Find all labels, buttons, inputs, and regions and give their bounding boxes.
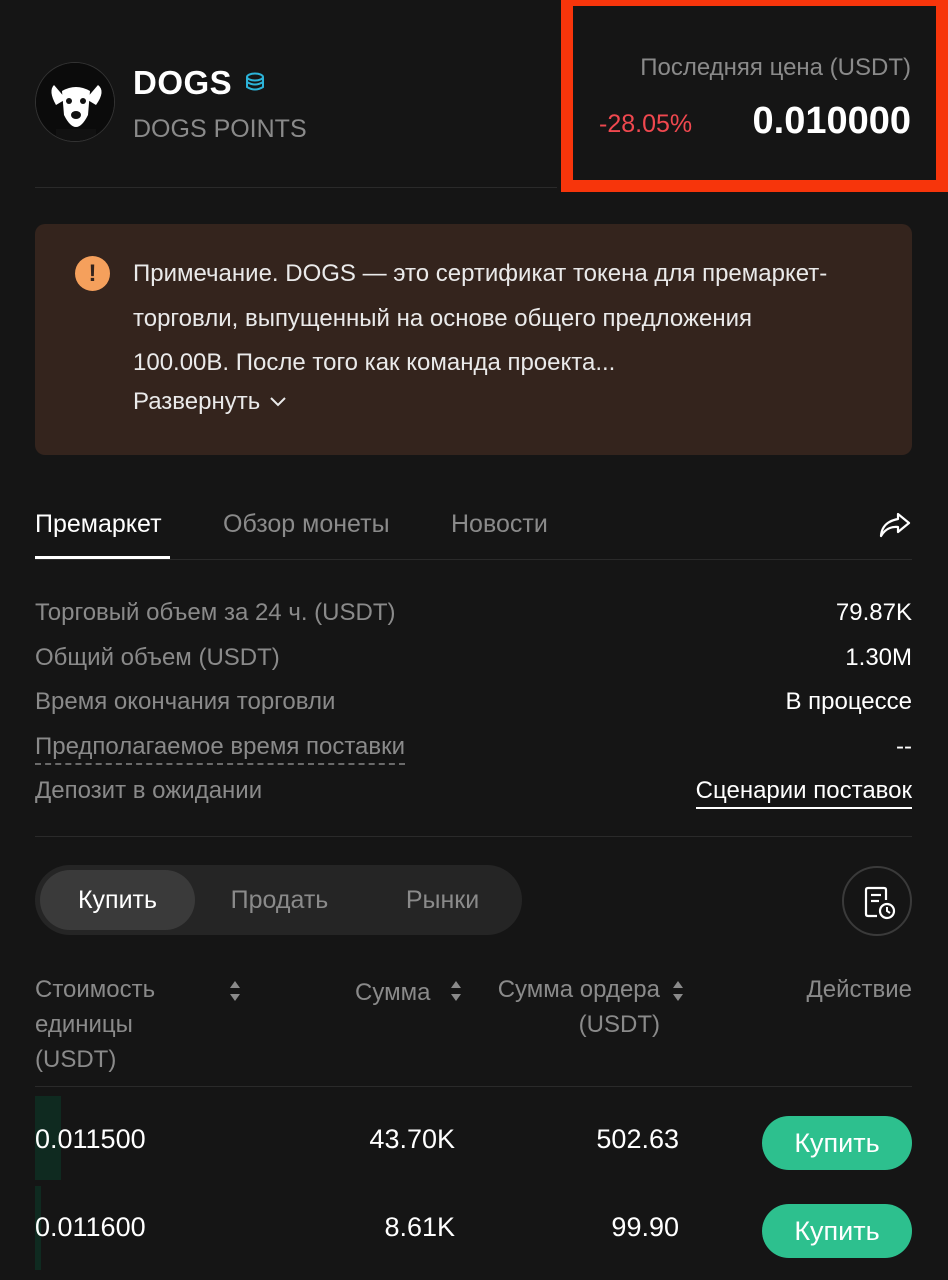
sort-icon[interactable]: [228, 978, 242, 1004]
chevron-down-icon: [270, 397, 286, 407]
table-row: 0.011600 8.61K 99.90 Купить: [35, 1186, 912, 1270]
tab-coin-overview[interactable]: Обзор монеты: [223, 510, 390, 539]
last-price-value: 0.010000: [752, 100, 912, 142]
info-label: Депозит в ожидании: [35, 777, 263, 804]
info-divider: [35, 836, 912, 837]
order-type-switch: Купить Продать Рынки: [35, 865, 522, 935]
share-icon[interactable]: [878, 510, 912, 540]
tab-bar: Премаркет Обзор монеты Новости: [35, 490, 912, 562]
info-value: 79.87K: [835, 599, 912, 626]
coin-subtitle: DOGS POINTS: [133, 115, 307, 143]
sort-icon[interactable]: [671, 978, 685, 1004]
coin-name: DOGS: [133, 64, 233, 101]
info-value: 1.30M: [845, 644, 912, 671]
info-label: Торговый объем за 24 ч. (USDT): [35, 599, 396, 626]
table-divider: [35, 1086, 912, 1087]
table-row: 0.011500 43.70K 502.63 Купить: [35, 1096, 912, 1180]
row-amount: 8.61K: [384, 1212, 455, 1242]
buy-button[interactable]: Купить: [762, 1204, 912, 1258]
row-price: 0.011600: [35, 1212, 146, 1242]
row-total: 99.90: [611, 1212, 679, 1242]
sort-icon[interactable]: [449, 978, 463, 1004]
expand-label: Развернуть: [133, 388, 261, 415]
th-amount[interactable]: Сумма: [355, 975, 430, 1010]
th-order-total[interactable]: Сумма ордера (USDT): [480, 972, 660, 1042]
info-row-delivery-time: Предполагаемое время поставки --: [35, 733, 912, 769]
info-value: --: [896, 733, 912, 760]
info-value: В процессе: [785, 688, 912, 715]
buy-button[interactable]: Купить: [762, 1116, 912, 1170]
row-total: 502.63: [596, 1124, 679, 1154]
row-price: 0.011500: [35, 1124, 146, 1154]
dog-logo-icon: [36, 63, 114, 141]
row-amount: 43.70K: [369, 1124, 455, 1154]
price-change: -28.05%: [599, 110, 693, 138]
coin-avatar: [35, 62, 115, 142]
info-row-pending-deposit: Депозит в ожидании Сценарии поставок: [35, 777, 912, 813]
header-divider: [35, 187, 557, 188]
info-row-volume-24h: Торговый объем за 24 ч. (USDT) 79.87K: [35, 599, 912, 635]
info-row-trading-end: Время окончания торговли В процессе: [35, 688, 912, 724]
last-price-label: Последняя цена (USDT): [640, 54, 911, 81]
segment-markets[interactable]: Рынки: [365, 870, 520, 930]
notice-banner: ! Примечание. DOGS — это сертификат токе…: [35, 224, 912, 455]
info-label: Общий объем (USDT): [35, 644, 280, 671]
info-row-total-volume: Общий объем (USDT) 1.30M: [35, 644, 912, 680]
segment-buy[interactable]: Купить: [40, 870, 195, 930]
coin-stack-icon: [246, 72, 264, 91]
info-label: Время окончания торговли: [35, 688, 336, 715]
tabs-divider: [35, 559, 912, 560]
th-action: Действие: [806, 976, 912, 1003]
order-history-icon: [864, 886, 896, 920]
order-history-button[interactable]: [842, 866, 912, 936]
tab-news[interactable]: Новости: [451, 510, 548, 539]
delivery-scenarios-link[interactable]: Сценарии поставок: [695, 777, 912, 809]
notice-text: Примечание. DOGS — это сертификат токена…: [133, 260, 828, 376]
price-highlight-box: [561, 0, 948, 192]
tab-premarket[interactable]: Премаркет: [35, 510, 162, 539]
warning-icon: !: [75, 256, 110, 291]
segment-sell[interactable]: Продать: [202, 870, 357, 930]
th-unit-price[interactable]: Стоимость единицы (USDT): [35, 972, 205, 1077]
info-label-tooltip[interactable]: Предполагаемое время поставки: [35, 733, 406, 765]
expand-button[interactable]: Развернуть: [133, 388, 288, 416]
